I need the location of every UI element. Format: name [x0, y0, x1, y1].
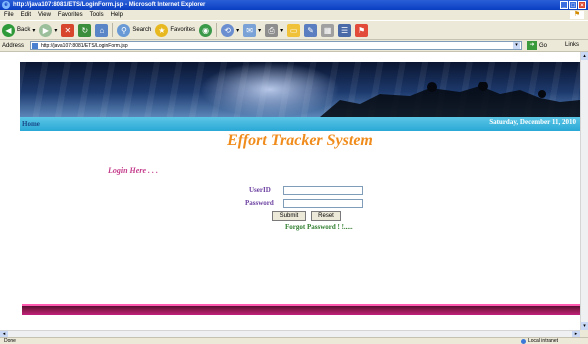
go-button[interactable]: ➜ Go [527, 41, 547, 50]
folder-icon[interactable]: ▭ [287, 23, 301, 37]
forward-button[interactable]: ▶ ▾ [39, 23, 57, 37]
print-dropdown-icon[interactable]: ▾ [280, 27, 283, 34]
reset-button[interactable]: Reset [311, 211, 341, 221]
close-button[interactable]: × [578, 1, 586, 9]
windows-logo-icon: ⚑ [570, 11, 584, 19]
password-input[interactable] [283, 199, 363, 208]
browser-window: e http://java107:8081/ETS/LoginForm.jsp … [0, 0, 588, 344]
menu-help[interactable]: Help [111, 12, 123, 18]
forward-arrow-icon: ▶ [39, 23, 53, 37]
media-icon[interactable]: ◉ [199, 23, 213, 37]
home-icon[interactable]: ⌂ [95, 23, 109, 37]
address-label: Address [2, 42, 25, 49]
toolbar-separator [216, 23, 218, 37]
favorites-label: Favorites [170, 27, 196, 33]
submit-button[interactable]: Submit [272, 211, 306, 221]
internet-explorer-icon: e [2, 1, 10, 9]
print-icon[interactable]: ⎙ [265, 23, 279, 37]
address-dropdown-icon[interactable]: ▾ [513, 42, 520, 49]
home-link[interactable]: Home [22, 120, 40, 128]
page-title: Effort Tracker System [227, 132, 373, 149]
scroll-up-icon[interactable]: ▴ [581, 52, 588, 60]
address-input[interactable]: http://java107:8081/ETS/LoginForm.jsp ▾ [30, 41, 522, 50]
search-icon: ⚲ [117, 23, 131, 37]
status-text: Done [4, 338, 16, 344]
history-icon[interactable]: ⟲ [221, 23, 235, 37]
window-controls: _ □ × [560, 1, 586, 9]
password-label: Password [245, 199, 274, 207]
current-date: Saturday, December 11, 2010 [489, 118, 576, 126]
vertical-scrollbar[interactable]: ▴ ▾ [580, 52, 588, 330]
mail-icon[interactable]: ✉ [243, 23, 257, 37]
star-icon: ★ [155, 23, 169, 37]
window-title: http://java107:8081/ETS/LoginForm.jsp - … [13, 2, 206, 8]
search-button[interactable]: ⚲ Search [117, 23, 152, 37]
toolbar: ◀ Back ▾ ▶ ▾ ✕ ↻ ⌂ ⚲ Search ★ Favorites … [0, 20, 588, 40]
menu-bar: File Edit View Favorites Tools Help ⚑ [0, 10, 588, 20]
title-bar: e http://java107:8081/ETS/LoginForm.jsp … [0, 0, 588, 10]
history-dropdown-icon[interactable]: ▾ [236, 27, 239, 34]
login-heading: Login Here . . . [108, 166, 158, 175]
menu-edit[interactable]: Edit [21, 12, 31, 18]
go-arrow-icon: ➜ [527, 41, 537, 50]
edit-icon[interactable]: ✎ [304, 23, 318, 37]
page-viewport: Home Saturday, December 11, 2010 Effort … [0, 52, 580, 330]
menu-favorites[interactable]: Favorites [58, 12, 83, 18]
favorites-button[interactable]: ★ Favorites [155, 23, 196, 37]
discuss-icon[interactable]: ▦ [321, 23, 335, 37]
horizontal-scrollbar[interactable]: ◂ ▸ [0, 330, 580, 337]
back-button[interactable]: ◀ Back ▾ [2, 23, 35, 37]
links-button[interactable]: Links [565, 42, 579, 48]
back-dropdown-icon[interactable]: ▾ [32, 27, 35, 34]
back-arrow-icon: ◀ [2, 23, 15, 37]
security-zone: Local intranet [520, 338, 558, 344]
back-label: Back [17, 27, 31, 33]
zone-label: Local intranet [527, 338, 558, 344]
refresh-icon[interactable]: ↻ [78, 23, 92, 37]
scroll-down-icon[interactable]: ▾ [581, 322, 588, 330]
userid-label: UserID [249, 186, 271, 194]
status-bar: Done Local intranet [0, 337, 588, 344]
address-url: http://java107:8081/ETS/LoginForm.jsp [41, 43, 128, 49]
search-label: Search [132, 27, 152, 33]
userid-input[interactable] [283, 186, 363, 195]
menu-file[interactable]: File [4, 12, 14, 18]
header-banner-image [20, 62, 580, 117]
business-people-silhouette [320, 82, 580, 117]
globe-icon [520, 338, 526, 344]
maximize-button[interactable]: □ [569, 1, 577, 9]
forgot-password-link[interactable]: Forgot Password ! !..... [285, 223, 353, 231]
messenger-icon[interactable]: ☰ [338, 23, 352, 37]
nav-bar: Home Saturday, December 11, 2010 [20, 117, 580, 131]
address-bar: Address http://java107:8081/ETS/LoginFor… [0, 40, 588, 52]
windows-flag-icon[interactable]: ⚑ [355, 23, 369, 37]
go-label: Go [539, 42, 548, 49]
mail-dropdown-icon[interactable]: ▾ [258, 27, 261, 34]
menu-tools[interactable]: Tools [90, 12, 104, 18]
forward-dropdown-icon[interactable]: ▾ [54, 27, 57, 34]
minimize-button[interactable]: _ [560, 1, 568, 9]
stop-icon[interactable]: ✕ [61, 23, 75, 37]
footer-bar [22, 304, 580, 315]
page-icon [32, 43, 38, 49]
toolbar-separator [112, 23, 114, 37]
menu-view[interactable]: View [38, 12, 51, 18]
